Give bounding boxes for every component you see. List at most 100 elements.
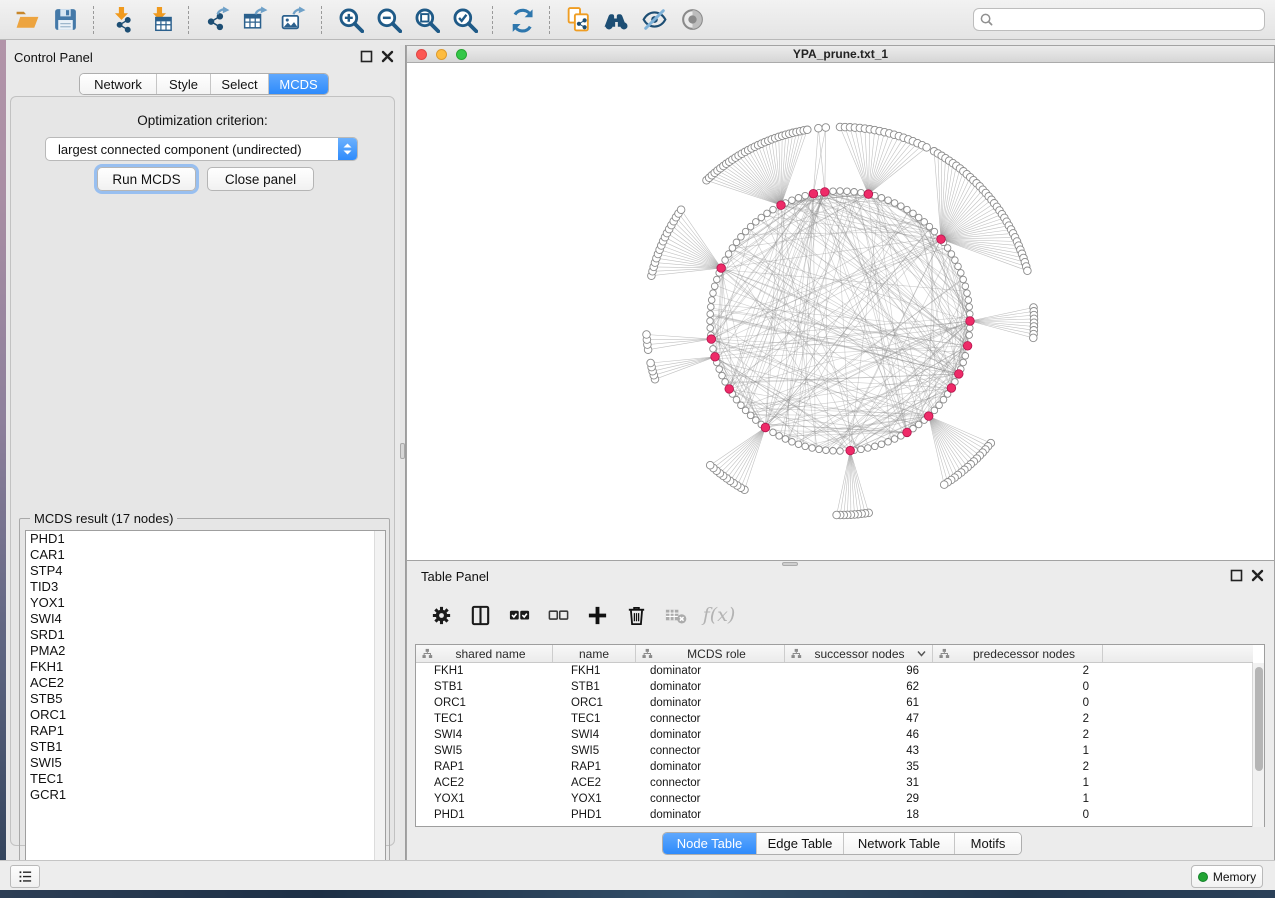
first-neighbors-icon[interactable] [597,3,635,37]
tab-edge-table[interactable]: Edge Table [756,833,843,854]
dominator-node[interactable] [809,189,818,198]
column-header-name[interactable]: name [553,645,636,662]
tab-network[interactable]: Network [80,74,156,94]
float-table-panel-icon[interactable] [1230,569,1243,582]
tab-select[interactable]: Select [210,74,268,94]
table-row[interactable]: PHD1PHD1dominator180 [416,807,1253,823]
dominator-node[interactable] [937,235,946,244]
export-table-icon[interactable] [236,3,274,37]
dominator-node[interactable] [707,335,716,344]
zoom-out-icon[interactable] [369,3,407,37]
table-row[interactable]: SWI4SWI4dominator462 [416,727,1253,743]
network-window-titlebar[interactable]: YPA_prune.txt_1 [407,46,1274,63]
import-network-icon[interactable] [103,3,141,37]
mcds-result-node[interactable]: STB5 [26,691,385,707]
table-panel-splitter-grip[interactable] [782,562,798,566]
column-header-predecessor-nodes[interactable]: predecessor nodes [933,645,1103,662]
dominator-node[interactable] [955,370,964,379]
mcds-result-node[interactable]: YOX1 [26,595,385,611]
mcds-result-scrollbar[interactable] [374,531,385,882]
mcds-result-node[interactable]: ACE2 [26,675,385,691]
tab-node-table[interactable]: Node Table [663,833,756,854]
float-panel-icon[interactable] [360,50,373,63]
tab-mcds[interactable]: MCDS [268,74,328,94]
column-header-shared-name[interactable]: shared name [416,645,553,662]
column-header-successor-nodes[interactable]: successor nodes [785,645,933,662]
mcds-result-node[interactable]: GCR1 [26,787,385,803]
open-file-icon[interactable] [8,3,46,37]
table-row[interactable]: FKH1FKH1dominator962 [416,663,1253,679]
mcds-result-node[interactable]: TID3 [26,579,385,595]
column-selector-icon[interactable] [466,601,494,629]
splitter-grip[interactable] [400,443,405,459]
update-network-icon[interactable] [502,3,540,37]
table-row[interactable]: SWI5SWI5connector431 [416,743,1253,759]
delete-row-icon[interactable] [622,601,650,629]
node-table[interactable]: shared namenameMCDS rolesuccessor nodesp… [415,644,1265,827]
dominator-node[interactable] [963,342,972,351]
clone-network-icon[interactable] [559,3,597,37]
zoom-in-icon[interactable] [331,3,369,37]
mcds-result-node[interactable]: FKH1 [26,659,385,675]
mcds-result-node[interactable]: SWI4 [26,611,385,627]
dominator-node[interactable] [903,428,912,437]
zoom-fit-content-icon[interactable] [407,3,445,37]
dominator-node[interactable] [947,384,956,393]
run-mcds-button[interactable]: Run MCDS [97,167,196,191]
select-all-icon[interactable] [505,601,533,629]
node-table-scrollbar[interactable] [1252,663,1264,827]
dominator-node[interactable] [821,188,830,197]
mcds-result-node[interactable]: CAR1 [26,547,385,563]
mcds-result-node[interactable]: RAP1 [26,723,385,739]
close-panel-icon[interactable] [381,50,394,63]
mcds-result-node[interactable]: STB1 [26,739,385,755]
dominator-node[interactable] [777,201,786,210]
mcds-result-node[interactable]: PMA2 [26,643,385,659]
memory-button[interactable]: Memory [1191,865,1263,888]
table-row[interactable]: RAP1RAP1dominator352 [416,759,1253,775]
show-graphics-details-icon[interactable] [673,3,711,37]
dominator-node[interactable] [924,412,933,421]
close-panel-button[interactable]: Close panel [207,167,314,191]
select-stepper-icon [338,138,357,160]
scrollbar-thumb[interactable] [1255,667,1263,771]
save-session-icon[interactable] [46,3,84,37]
network-canvas[interactable] [407,63,1274,560]
search-box[interactable] [973,8,1265,31]
mcds-result-list[interactable]: PHD1CAR1STP4TID3YOX1SWI4SRD1PMA2FKH1ACE2… [25,530,386,883]
mcds-result-node[interactable]: STP4 [26,563,385,579]
tab-style[interactable]: Style [156,74,210,94]
table-row[interactable]: STB1STB1dominator620 [416,679,1253,695]
dominator-node[interactable] [864,190,873,199]
dominator-node[interactable] [966,317,975,326]
zoom-selected-region-icon[interactable] [445,3,483,37]
table-row[interactable]: TEC1TEC1connector472 [416,711,1253,727]
dominator-node[interactable] [761,423,770,432]
mcds-result-node[interactable]: SRD1 [26,627,385,643]
add-row-icon[interactable] [583,601,611,629]
export-image-icon[interactable] [274,3,312,37]
dominator-node[interactable] [725,385,734,394]
mcds-result-node[interactable]: SWI5 [26,755,385,771]
table-row[interactable]: ORC1ORC1dominator610 [416,695,1253,711]
tab-network-table[interactable]: Network Table [843,833,954,854]
mcds-result-node[interactable]: ORC1 [26,707,385,723]
table-row[interactable]: ACE2ACE2connector311 [416,775,1253,791]
dominator-node[interactable] [846,446,855,455]
optimization-criterion-select[interactable]: largest connected component (undirected) [45,137,358,161]
dominator-node[interactable] [717,264,726,273]
hide-selected-icon[interactable] [635,3,673,37]
tab-motifs[interactable]: Motifs [954,833,1021,854]
column-header-MCDS-role[interactable]: MCDS role [636,645,785,662]
settings-icon[interactable] [427,601,455,629]
search-input[interactable] [997,13,1258,27]
export-network-icon[interactable] [198,3,236,37]
mcds-result-node[interactable]: PHD1 [26,531,385,547]
close-table-panel-icon[interactable] [1251,569,1264,582]
task-history-button[interactable] [10,865,40,888]
deselect-all-icon[interactable] [544,601,572,629]
mcds-result-node[interactable]: TEC1 [26,771,385,787]
dominator-node[interactable] [711,353,720,362]
table-row[interactable]: YOX1YOX1connector291 [416,791,1253,807]
import-table-icon[interactable] [141,3,179,37]
